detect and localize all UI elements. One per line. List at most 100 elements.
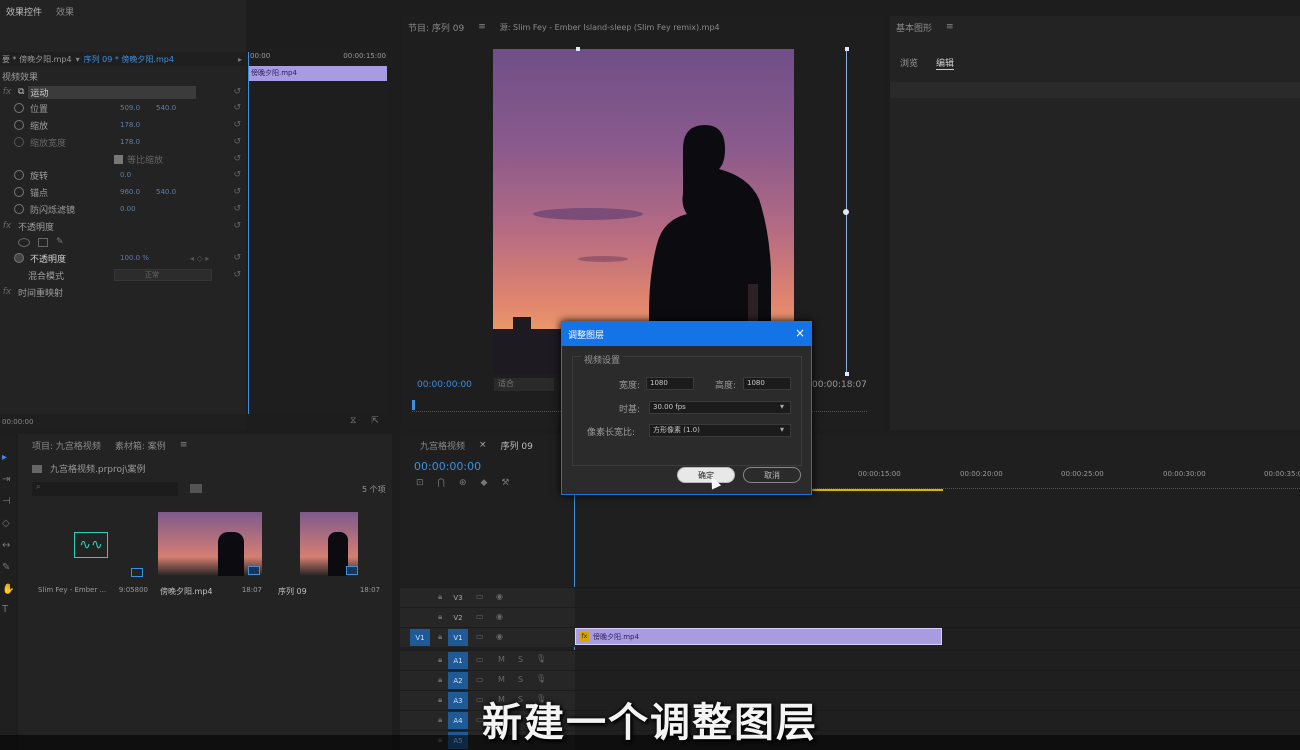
par-select[interactable]: 方形像素 (1.0): [649, 424, 791, 437]
lock-icon[interactable]: 🔒︎: [438, 632, 442, 642]
mute-button[interactable]: M: [498, 675, 505, 684]
track-target[interactable]: V1: [448, 629, 468, 646]
ec-motion-row[interactable]: fx ⧉ 运动 ↺: [0, 84, 245, 100]
solo-button[interactable]: S: [518, 655, 523, 664]
tab-media-bin[interactable]: 素材箱: 案例: [115, 439, 166, 452]
mic-icon[interactable]: 🎙︎: [536, 674, 546, 683]
type-tool-icon[interactable]: T: [2, 604, 14, 616]
selection-tool-icon[interactable]: ▸: [2, 452, 14, 464]
handle-dot[interactable]: [843, 209, 849, 215]
rectangle-mask-icon[interactable]: [38, 237, 48, 247]
hand-tool-icon[interactable]: ✋: [2, 584, 14, 596]
pen-mask-icon[interactable]: ✎: [56, 237, 64, 247]
track-target[interactable]: V2: [448, 609, 468, 626]
eye-icon[interactable]: ◉: [496, 592, 503, 601]
ec-clip-bar[interactable]: 傍晚夕阳.mp4: [248, 66, 387, 81]
timeline-timecode[interactable]: 00:00:00:00: [414, 460, 481, 473]
ec-bottom-timecode[interactable]: 00:00:00: [2, 418, 33, 426]
nest-icon[interactable]: ⊡: [416, 478, 424, 488]
essential-title[interactable]: 基本图形: [896, 21, 932, 34]
razor-tool-icon[interactable]: ◇: [2, 518, 14, 530]
stopwatch-icon[interactable]: [14, 103, 24, 113]
scale-width-value[interactable]: 178.0: [120, 138, 156, 146]
timebase-select[interactable]: 30.00 fps: [649, 401, 791, 414]
opacity-section-label[interactable]: 不透明度: [18, 220, 54, 233]
project-search-input[interactable]: ⌕: [32, 482, 178, 496]
lock-icon[interactable]: 🔒︎: [438, 675, 442, 685]
track-target[interactable]: A2: [448, 672, 468, 689]
solo-button[interactable]: S: [518, 675, 523, 684]
close-icon[interactable]: ×: [795, 326, 805, 340]
height-input[interactable]: 1080: [743, 377, 791, 390]
reset-icon[interactable]: ↺: [233, 221, 241, 231]
reset-icon[interactable]: ↺: [233, 154, 241, 164]
reset-icon[interactable]: ↺: [233, 270, 241, 280]
dialog-titlebar[interactable]: 调整图层: [562, 322, 811, 346]
ok-button[interactable]: 确定: [677, 467, 735, 483]
tab-edit[interactable]: 编辑: [936, 56, 955, 70]
antiflicker-value[interactable]: 0.00: [120, 205, 156, 213]
marker-icon[interactable]: ◆: [480, 478, 487, 488]
ripple-edit-icon[interactable]: ⊣: [2, 496, 14, 508]
position-x-value[interactable]: 509.0: [120, 104, 156, 112]
project-item-sequence[interactable]: 序列 09 18:07: [276, 512, 382, 602]
lock-icon[interactable]: 🔒︎: [438, 612, 442, 622]
menu-icon[interactable]: ≡: [478, 22, 486, 32]
eye-icon[interactable]: ◉: [496, 632, 503, 641]
pen-tool-icon[interactable]: ✎: [2, 562, 14, 574]
lock-icon[interactable]: 🔒︎: [438, 655, 442, 665]
tab-project[interactable]: 项目: 九宫格视频: [32, 439, 101, 452]
sync-lock-icon[interactable]: ▭: [476, 655, 484, 664]
uniform-scale-checkbox[interactable]: [114, 154, 123, 164]
reset-icon[interactable]: ↺: [233, 103, 241, 113]
ec-playhead[interactable]: [248, 52, 249, 414]
motion-label[interactable]: 运动: [28, 85, 197, 99]
fx-icon[interactable]: fx: [0, 221, 14, 231]
scale-value[interactable]: 178.0: [120, 121, 156, 129]
tab-source-file[interactable]: 源: Slim Fey - Ember Island-sleep (Slim F…: [500, 22, 720, 33]
stopwatch-icon[interactable]: [14, 253, 24, 263]
width-input[interactable]: 1080: [646, 377, 694, 390]
menu-icon[interactable]: ≡: [180, 440, 188, 450]
stopwatch-icon[interactable]: [14, 187, 24, 197]
tab-project-timeline[interactable]: 九宫格视频: [420, 439, 465, 452]
ec-opacity-section-row[interactable]: fx 不透明度 ↺: [0, 218, 245, 234]
eye-icon[interactable]: ◉: [496, 612, 503, 621]
slip-tool-icon[interactable]: ↔: [2, 540, 14, 552]
track-target[interactable]: V3: [448, 589, 468, 606]
mic-icon[interactable]: 🎙︎: [536, 654, 546, 663]
source-patch-v1[interactable]: V1: [410, 629, 430, 646]
tab-program[interactable]: 节目: 序列 09: [408, 21, 464, 34]
chevron-down-icon[interactable]: ▾: [780, 425, 784, 434]
project-item-video[interactable]: 傍晚夕阳.mp4 18:07: [158, 512, 264, 602]
new-bin-icon[interactable]: [190, 484, 202, 493]
lock-icon[interactable]: 🔒︎: [438, 592, 442, 602]
chevron-down-icon[interactable]: ▾: [780, 402, 784, 411]
ec-mini-ruler[interactable]: 00:00 00:00:15:00: [246, 52, 388, 64]
project-item-audio[interactable]: ∿∿ Slim Fey - Ember ... 9:05800: [32, 512, 150, 602]
menu-icon[interactable]: ≡: [946, 22, 954, 32]
chevron-down-icon[interactable]: ▾: [76, 55, 80, 64]
tab-browse[interactable]: 浏览: [900, 56, 918, 70]
sync-lock-icon[interactable]: ▭: [476, 592, 484, 601]
position-y-value[interactable]: 540.0: [156, 104, 192, 112]
reset-icon[interactable]: ↺: [233, 204, 241, 214]
ec-source-label[interactable]: 要 * 傍晚夕阳.mp4: [2, 54, 72, 65]
snap-icon[interactable]: ⋂: [438, 478, 445, 488]
tab-effect-controls[interactable]: 效果控件: [6, 5, 42, 18]
fx-icon[interactable]: fx: [0, 287, 14, 297]
tab-sequence[interactable]: 序列 09: [501, 439, 533, 452]
play-arrow-icon[interactable]: ▸: [238, 55, 242, 64]
stopwatch-icon[interactable]: [14, 137, 24, 147]
track-select-icon[interactable]: ⇥: [2, 474, 14, 486]
opacity-value[interactable]: 100.0 %: [120, 254, 190, 262]
handle-dot[interactable]: [845, 372, 849, 376]
stopwatch-icon[interactable]: [14, 120, 24, 130]
handle-dot[interactable]: [576, 47, 580, 51]
filter-icon[interactable]: ⧖: [350, 416, 356, 426]
reset-icon[interactable]: ↺: [233, 120, 241, 130]
keyframe-nav-icon[interactable]: ◂ ◇ ▸: [190, 254, 209, 263]
sync-lock-icon[interactable]: ▭: [476, 675, 484, 684]
blend-mode-select[interactable]: 正常: [114, 269, 212, 281]
reset-icon[interactable]: ↺: [233, 253, 241, 263]
